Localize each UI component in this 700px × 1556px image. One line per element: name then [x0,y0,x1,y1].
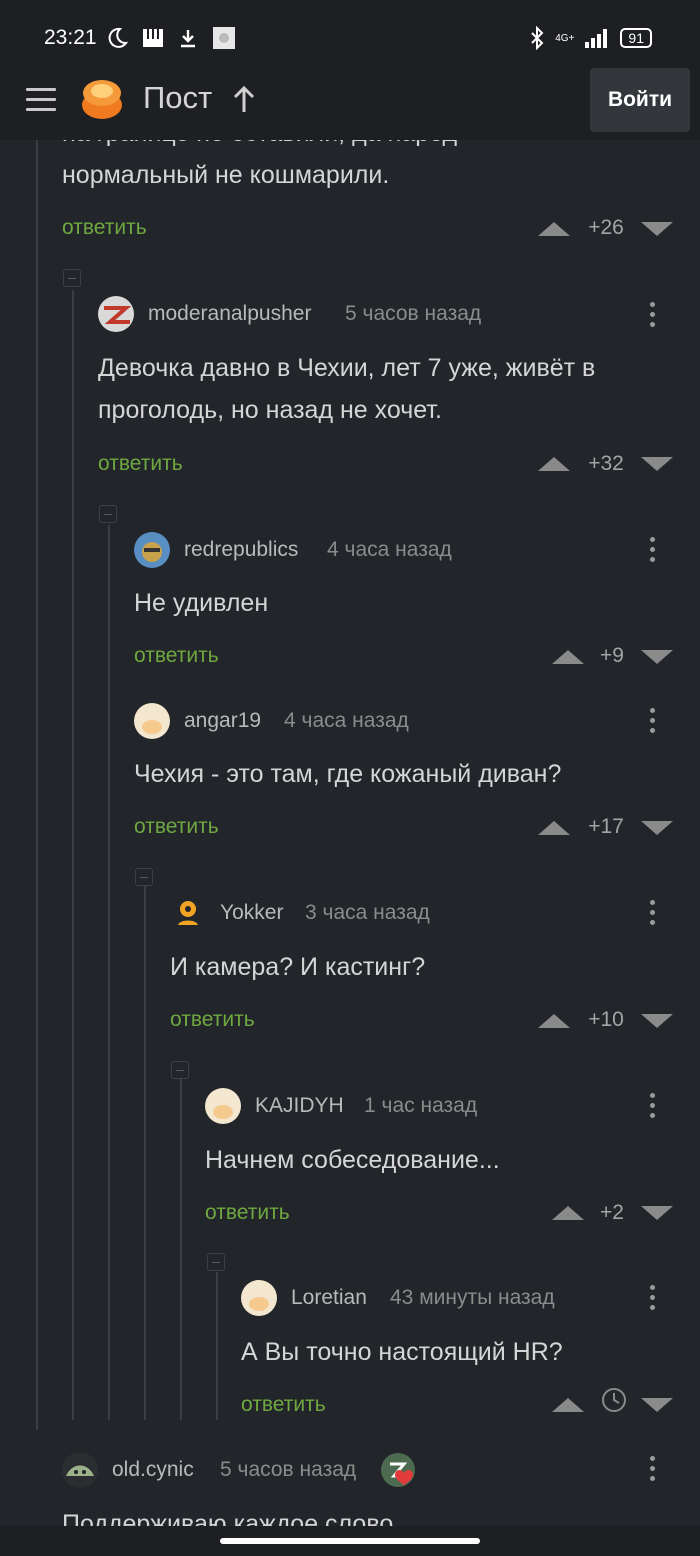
avatar[interactable] [134,532,170,568]
reply-link[interactable]: ответить [98,452,183,476]
collapse-toggle[interactable] [99,505,117,523]
reply-link[interactable]: ответить [241,1393,326,1417]
thread-line [216,1272,218,1420]
reply-link[interactable]: ответить [205,1201,290,1225]
downvote-icon[interactable] [641,821,673,835]
piano-icon [143,29,163,47]
more-icon[interactable] [650,302,656,328]
reply-link[interactable]: ответить [134,815,219,839]
comment-author[interactable]: redrepublics [184,538,298,562]
comment-time: 4 часа назад [284,709,409,732]
login-button[interactable]: Войти [590,68,690,132]
upvote-icon[interactable] [538,821,570,835]
upvote-icon[interactable] [538,222,570,236]
upvote-icon[interactable] [538,457,570,471]
comment-time: 3 часа назад [305,901,430,924]
comment-text: проголодь, но назад не хочет. [98,396,442,424]
comment-text: нормальный не кошмарили. [62,161,390,189]
thread-line [144,885,146,1420]
downvote-icon[interactable] [641,1014,673,1028]
download-icon [181,30,195,48]
comment-text: Чехия - это там, где кожаный диван? [134,760,562,788]
more-icon[interactable] [650,1456,656,1482]
comment-time: 5 часов назад [345,302,482,325]
comment-text: Девочка давно в Чехии, лет 7 уже, живёт … [98,354,596,382]
collapse-toggle[interactable] [207,1253,225,1271]
comment-text: Не удивлен [134,589,269,617]
award-badge-icon[interactable] [380,1452,416,1488]
bluetooth-icon [531,26,544,50]
signal-icon [585,29,608,48]
avatar[interactable] [241,1280,277,1316]
comment-score: +26 [588,216,624,239]
comment-author[interactable]: Yokker [220,901,283,925]
avatar[interactable] [98,296,134,332]
more-icon[interactable] [650,1093,656,1119]
status-right: 4G+ 91 [529,26,652,50]
menu-icon[interactable] [26,88,56,111]
collapse-toggle[interactable] [135,868,153,886]
thread-line [180,1078,182,1420]
comment-time: 43 минуты назад [390,1286,555,1309]
thread-line [72,290,74,1420]
thread-line [36,140,38,1430]
logo-icon[interactable] [78,75,126,123]
collapse-toggle[interactable] [63,269,81,287]
upvote-icon[interactable] [552,1206,584,1220]
comment-score: +2 [600,1201,624,1224]
upvote-icon[interactable] [538,1014,570,1028]
comment-author[interactable]: angar19 [184,709,261,733]
reply-link[interactable]: ответить [134,644,219,668]
upvote-icon[interactable] [552,1398,584,1412]
comment-author[interactable]: Loretian [291,1286,367,1310]
comment-score: +17 [588,815,624,838]
reply-link[interactable]: ответить [62,216,147,240]
avatar[interactable] [170,895,206,931]
comment-text: И камера? И кастинг? [170,953,426,981]
network-label: 4G+ [555,32,575,44]
clock-icon [602,1388,626,1412]
status-icons [106,26,236,50]
more-icon[interactable] [650,537,656,563]
comment-author[interactable]: KAJIDYH [255,1094,344,1118]
home-indicator[interactable] [220,1538,480,1544]
comment-time: 5 часов назад [220,1458,357,1481]
status-time: 23:21 [44,26,97,49]
reply-link[interactable]: ответить [170,1008,255,1032]
arrow-up-icon[interactable] [232,84,256,116]
upvote-icon[interactable] [552,650,584,664]
battery-indicator: 91 [620,28,652,48]
downvote-icon[interactable] [641,650,673,664]
comment-text: А Вы точно настоящий HR? [241,1338,563,1366]
comment-text: Начнем собеседование... [205,1146,500,1174]
moon-icon [108,27,128,48]
comment-score: +9 [600,644,624,667]
more-icon[interactable] [650,900,656,926]
downvote-icon[interactable] [641,457,673,471]
downvote-icon[interactable] [641,1398,673,1412]
page-title: Пост [143,80,213,115]
downvote-icon[interactable] [641,222,673,236]
avatar[interactable] [205,1088,241,1124]
comment-author[interactable]: old.cynic [112,1458,194,1482]
avatar[interactable] [62,1452,98,1488]
comment-time: 1 час назад [364,1094,478,1117]
thread-line [108,525,110,1420]
comment-author[interactable]: moderanalpusher [148,302,311,326]
comment-score: +32 [588,452,624,475]
comment-score: +10 [588,1008,624,1031]
downvote-icon[interactable] [641,1206,673,1220]
collapse-toggle[interactable] [171,1061,189,1079]
more-icon[interactable] [650,708,656,734]
avatar[interactable] [134,703,170,739]
comment-time: 4 часа назад [327,538,452,561]
app-icon [213,27,235,49]
more-icon[interactable] [650,1285,656,1311]
